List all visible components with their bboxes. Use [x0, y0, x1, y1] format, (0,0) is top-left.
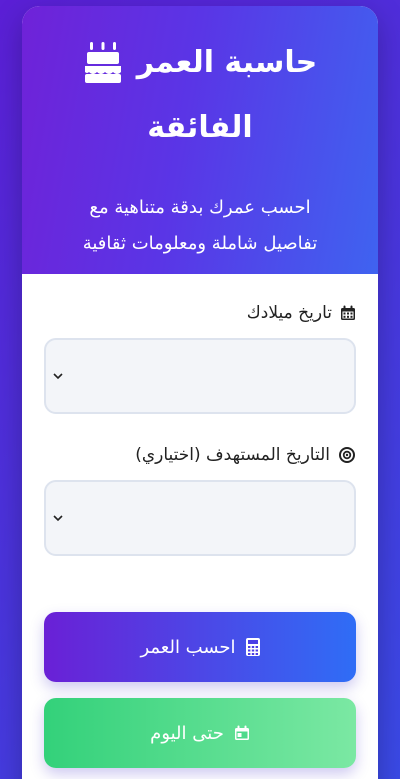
chevron-down-icon	[53, 373, 63, 380]
birth-date-label: تاريخ ميلادك	[44, 300, 356, 326]
chevron-down-icon	[53, 515, 63, 522]
calculator-icon	[245, 638, 260, 656]
target-icon	[339, 447, 355, 463]
header: حاسبة العمر الفائقة احسب عمرك بدقة متناه…	[22, 6, 378, 274]
age-form: تاريخ ميلادك التاريخ المستهدف (اختياري)	[22, 274, 378, 768]
target-date-label: التاريخ المستهدف (اختياري)	[44, 442, 356, 468]
calendar-day-icon	[234, 725, 249, 740]
age-calculator-card: حاسبة العمر الفائقة احسب عمرك بدقة متناه…	[22, 6, 378, 779]
page-title-line2: الفائقة	[147, 110, 253, 145]
subtitle: احسب عمرك بدقة متناهية مع تفاصيل شاملة و…	[22, 190, 378, 262]
birthday-cake-icon	[83, 40, 123, 84]
target-date-label-text: التاريخ المستهدف (اختياري)	[135, 445, 330, 465]
subtitle-line1: احسب عمرك بدقة متناهية مع	[89, 197, 311, 218]
target-date-select[interactable]	[44, 480, 356, 556]
page-title-line1: حاسبة العمر	[136, 44, 318, 80]
title-row: حاسبة العمر	[22, 34, 378, 90]
calculate-age-button[interactable]: احسب العمر	[44, 612, 356, 682]
until-today-label: حتى اليوم	[150, 722, 224, 744]
until-today-button[interactable]: حتى اليوم	[44, 698, 356, 768]
calculate-age-label: احسب العمر	[140, 636, 236, 658]
subtitle-line2: تفاصيل شاملة ومعلومات ثقافية	[82, 233, 318, 254]
birth-date-label-text: تاريخ ميلادك	[246, 303, 332, 323]
calendar-icon	[341, 305, 355, 320]
birth-date-select[interactable]	[44, 338, 356, 414]
